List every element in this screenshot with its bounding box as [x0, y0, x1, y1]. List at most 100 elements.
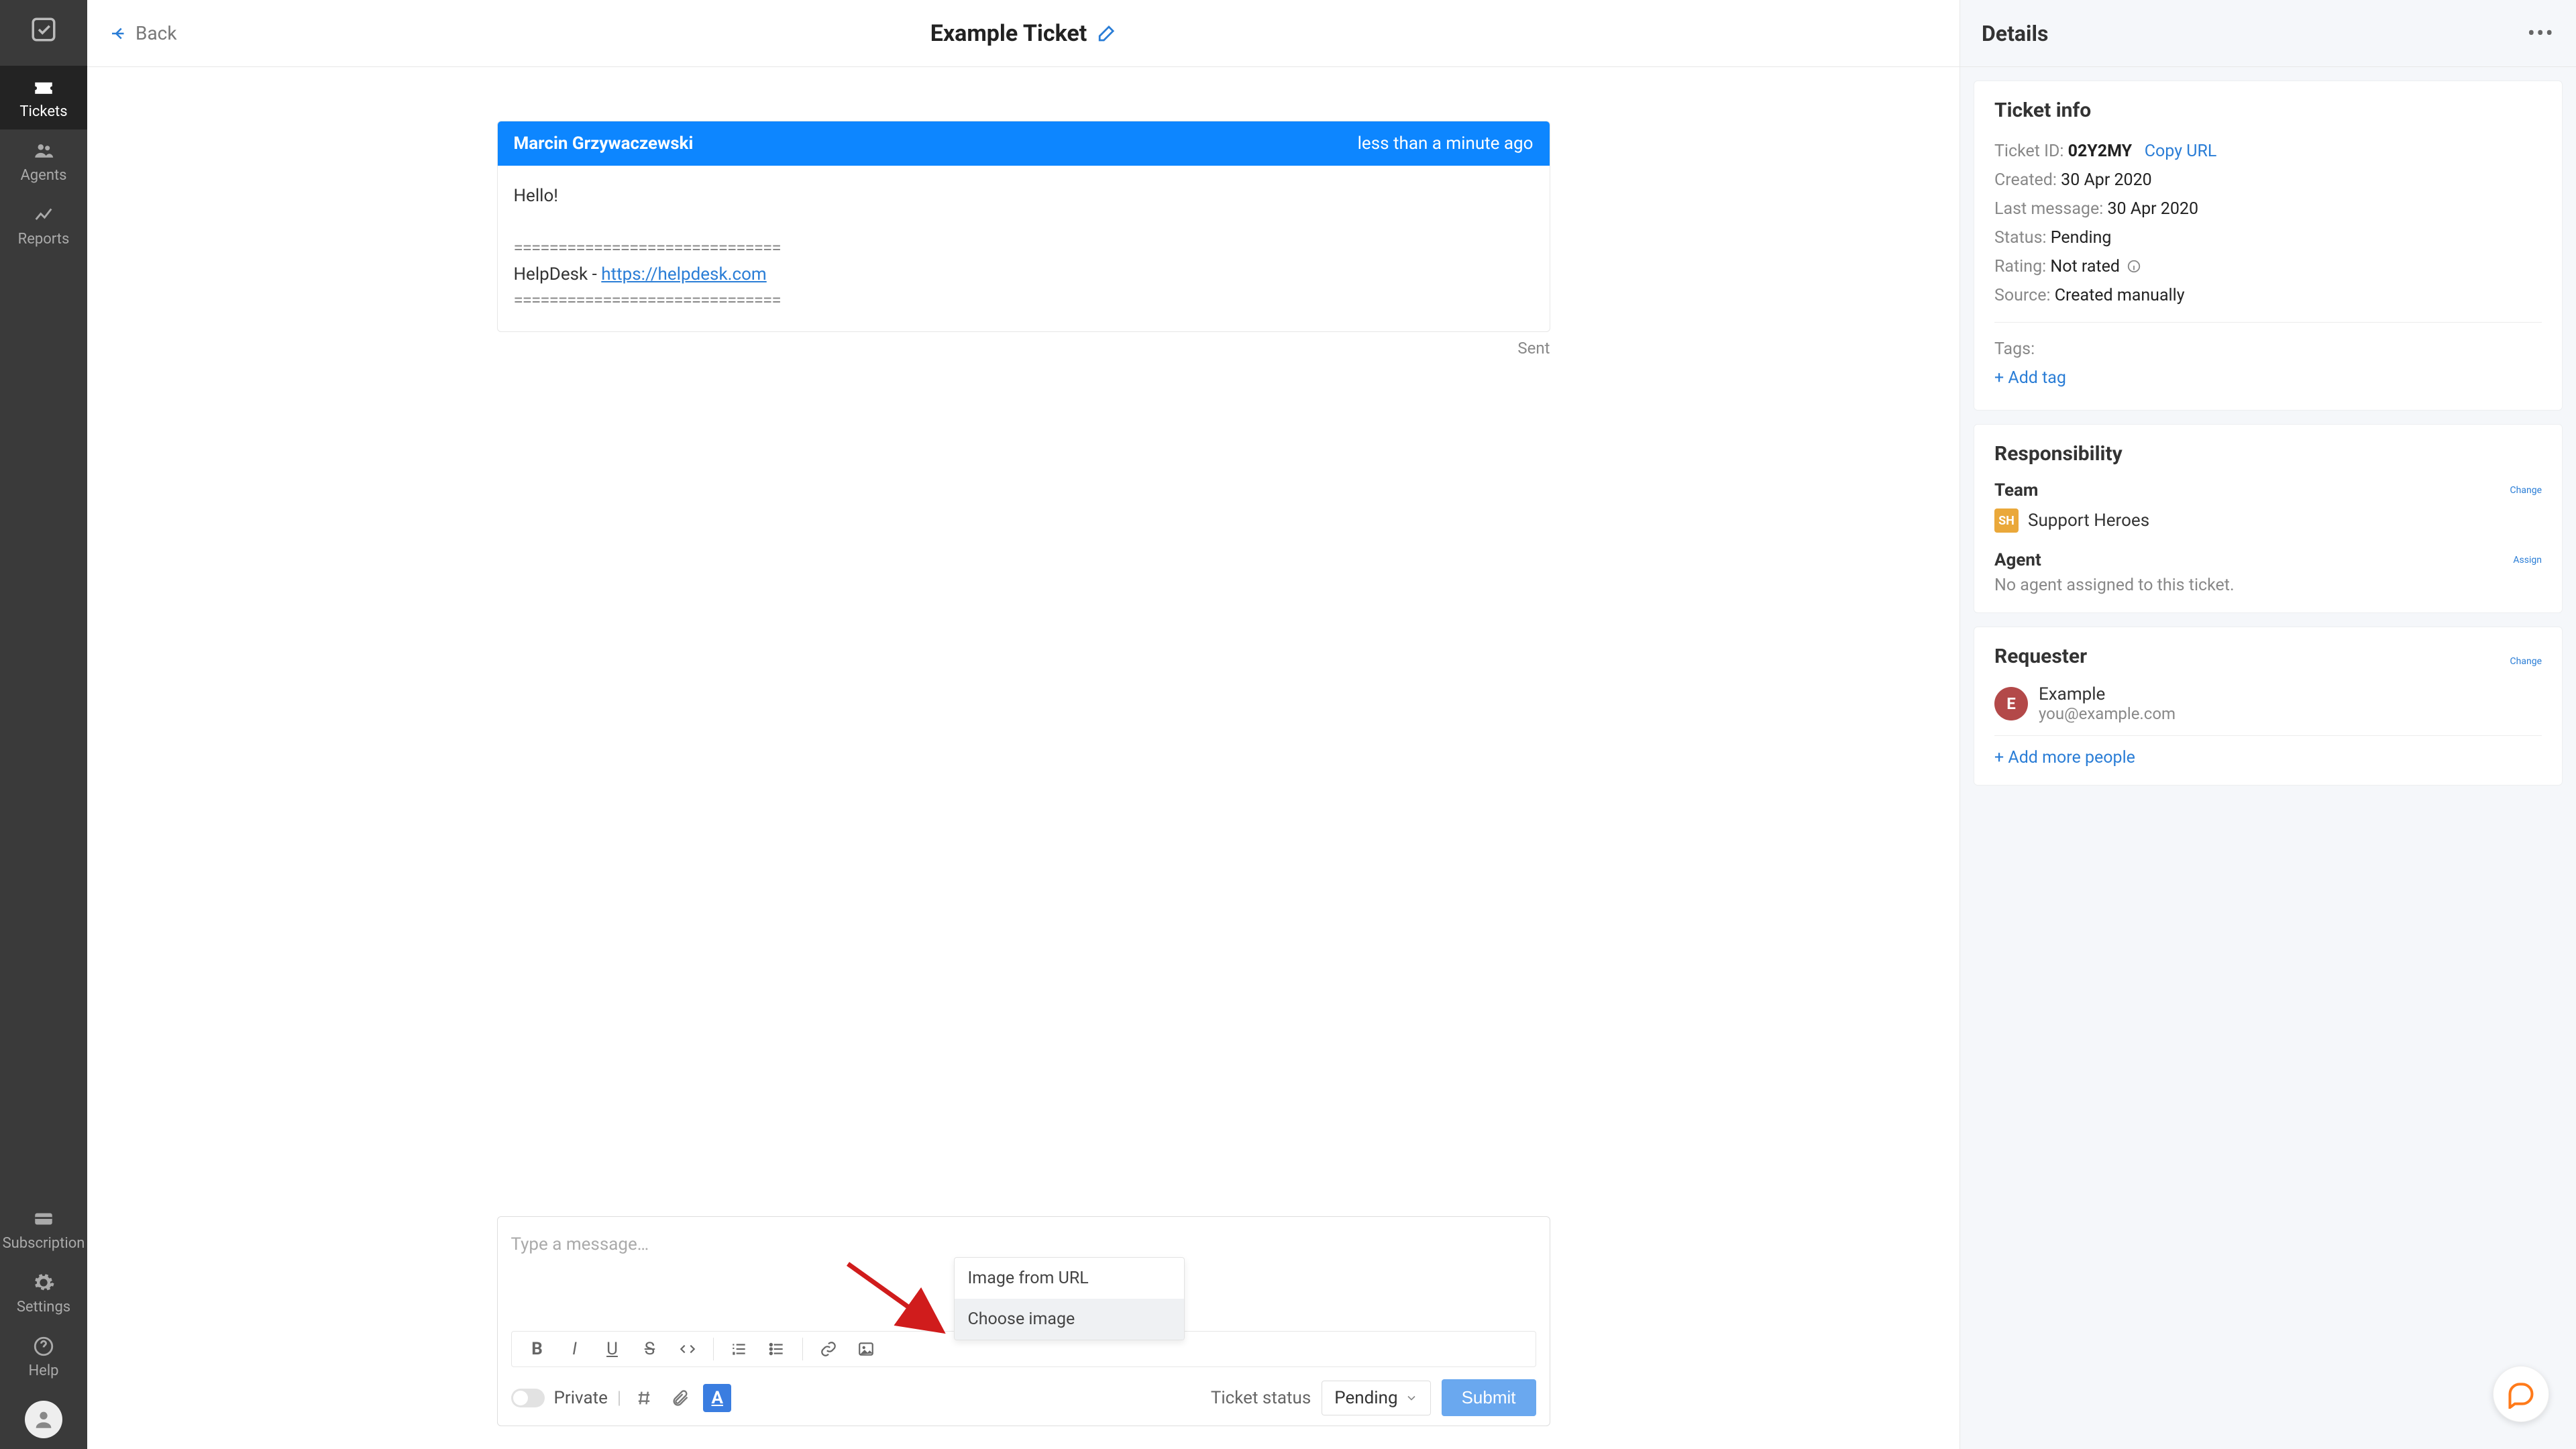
chat-icon [2506, 1379, 2536, 1409]
team-name: Support Heroes [2028, 511, 2149, 531]
app-logo-icon [25, 11, 62, 48]
sidebar-item-tickets[interactable]: Tickets [0, 66, 87, 129]
requester-card: Requester Change E Example you@example.c… [1974, 627, 2563, 786]
image-icon [857, 1340, 875, 1358]
ticket-status-label: Ticket status [1211, 1388, 1311, 1408]
message-greeting: Hello! [514, 183, 1534, 209]
message-card: Marcin Grzywaczewski less than a minute … [497, 121, 1550, 332]
italic-button[interactable]: I [557, 1336, 592, 1362]
paperclip-icon [671, 1389, 690, 1407]
link-button[interactable] [811, 1336, 846, 1362]
submit-button[interactable]: Submit [1442, 1379, 1536, 1416]
sidebar-label: Settings [17, 1299, 70, 1316]
sidebar-label: Agents [20, 167, 66, 184]
private-label: Private [554, 1388, 608, 1408]
details-title: Details [1982, 21, 2048, 46]
attachment-button[interactable] [667, 1385, 694, 1411]
last-message-value: 30 Apr 2020 [2107, 199, 2198, 219]
ordered-list-button[interactable] [722, 1336, 757, 1362]
change-team-link[interactable]: Change [2510, 485, 2542, 496]
rating-label: Rating: [1994, 257, 2046, 276]
status-value: Pending [2051, 228, 2112, 248]
link-icon [820, 1340, 837, 1358]
team-badge: SH [1994, 508, 2019, 533]
underline-button[interactable]: U [595, 1336, 630, 1362]
popup-image-from-url[interactable]: Image from URL [955, 1258, 1184, 1299]
top-bar: Back Example Ticket [87, 0, 1960, 67]
ticket-icon [32, 75, 56, 99]
divider [802, 1338, 803, 1360]
composer-foot-left: Private | A [511, 1384, 732, 1412]
sidebar-item-settings[interactable]: Settings [0, 1261, 87, 1325]
image-insert-popup: Image from URL Choose image [954, 1257, 1185, 1340]
strikethrough-button[interactable]: S [633, 1336, 667, 1362]
ticket-id-value: 02Y2MY [2068, 142, 2133, 161]
edit-title-button[interactable] [1096, 23, 1116, 44]
divider [713, 1338, 714, 1360]
text-format-toggle[interactable]: A [703, 1384, 731, 1412]
ordered-list-icon [731, 1340, 748, 1358]
message-separator: ============================== [514, 288, 1534, 314]
reports-icon [32, 203, 56, 227]
created-value: 30 Apr 2020 [2061, 170, 2152, 190]
page-title: Example Ticket [930, 20, 1087, 47]
reply-composer: Type a message… Image from URL Choose im… [497, 1216, 1550, 1426]
back-button[interactable]: Back [109, 22, 177, 44]
hash-icon [635, 1389, 653, 1407]
rating-value: Not rated [2050, 257, 2120, 276]
info-icon[interactable] [2127, 259, 2141, 274]
signature-prefix: HelpDesk - [514, 264, 602, 284]
requester-title: Requester [1994, 645, 2087, 668]
hash-button[interactable] [631, 1385, 657, 1411]
sidebar-label: Help [28, 1362, 58, 1379]
chevron-down-icon [1405, 1391, 1418, 1405]
user-avatar[interactable] [25, 1401, 62, 1438]
bold-button[interactable]: B [520, 1336, 555, 1362]
sidebar-item-subscription[interactable]: Subscription [0, 1197, 87, 1261]
bullet-list-icon [768, 1340, 786, 1358]
sidebar-item-reports[interactable]: Reports [0, 193, 87, 257]
message-header: Marcin Grzywaczewski less than a minute … [498, 121, 1550, 166]
signature-link[interactable]: https://helpdesk.com [601, 264, 766, 284]
popup-choose-image[interactable]: Choose image [955, 1299, 1184, 1340]
sidebar-item-help[interactable]: Help [0, 1325, 87, 1389]
conversation-area: Marcin Grzywaczewski less than a minute … [87, 67, 1960, 1216]
insert-image-button[interactable] [849, 1336, 883, 1362]
requester-avatar: E [1994, 687, 2028, 720]
responsibility-card: Responsibility Team Change SH Support He… [1974, 424, 2563, 613]
message-author: Marcin Grzywaczewski [514, 133, 694, 154]
ticket-status-value: Pending [1334, 1388, 1397, 1408]
chat-widget-button[interactable] [2493, 1366, 2549, 1422]
sidebar-item-agents[interactable]: Agents [0, 129, 87, 193]
add-tag-link[interactable]: + Add tag [1994, 368, 2066, 388]
arrow-left-icon [109, 23, 129, 44]
agent-none: No agent assigned to this ticket. [1994, 576, 2542, 595]
change-requester-link[interactable]: Change [2510, 656, 2542, 667]
details-panel: Details ••• Ticket info Ticket ID: 02Y2M… [1960, 0, 2576, 1449]
sidebar-label: Tickets [19, 103, 67, 120]
divider [1994, 322, 2542, 323]
help-icon [32, 1334, 56, 1358]
last-message-label: Last message: [1994, 199, 2103, 219]
code-button[interactable] [670, 1336, 705, 1362]
responsibility-title: Responsibility [1994, 442, 2542, 466]
sidebar-nav: Tickets Agents Reports Subscription [0, 0, 87, 1449]
ticket-status-select[interactable]: Pending [1322, 1381, 1430, 1415]
message-body: Hello! ============================== He… [498, 166, 1550, 331]
message-status: Sent [497, 339, 1550, 358]
composer-foot-right: Ticket status Pending Submit [1211, 1379, 1536, 1416]
ticket-info-title: Ticket info [1994, 99, 2542, 122]
copy-url-link[interactable]: Copy URL [2145, 142, 2217, 161]
unordered-list-button[interactable] [759, 1336, 794, 1362]
assign-agent-link[interactable]: Assign [2513, 555, 2542, 566]
sidebar-label: Reports [18, 231, 70, 248]
more-actions-button[interactable]: ••• [2528, 20, 2555, 47]
message-timestamp: less than a minute ago [1358, 133, 1534, 154]
private-toggle[interactable] [511, 1389, 545, 1407]
code-icon [679, 1340, 696, 1358]
requester-name: Example [2039, 684, 2176, 704]
created-label: Created: [1994, 170, 2057, 190]
agent-label: Agent [1994, 550, 2041, 570]
add-more-people-link[interactable]: + Add more people [1994, 748, 2542, 767]
message-separator: ============================== [514, 235, 1534, 262]
